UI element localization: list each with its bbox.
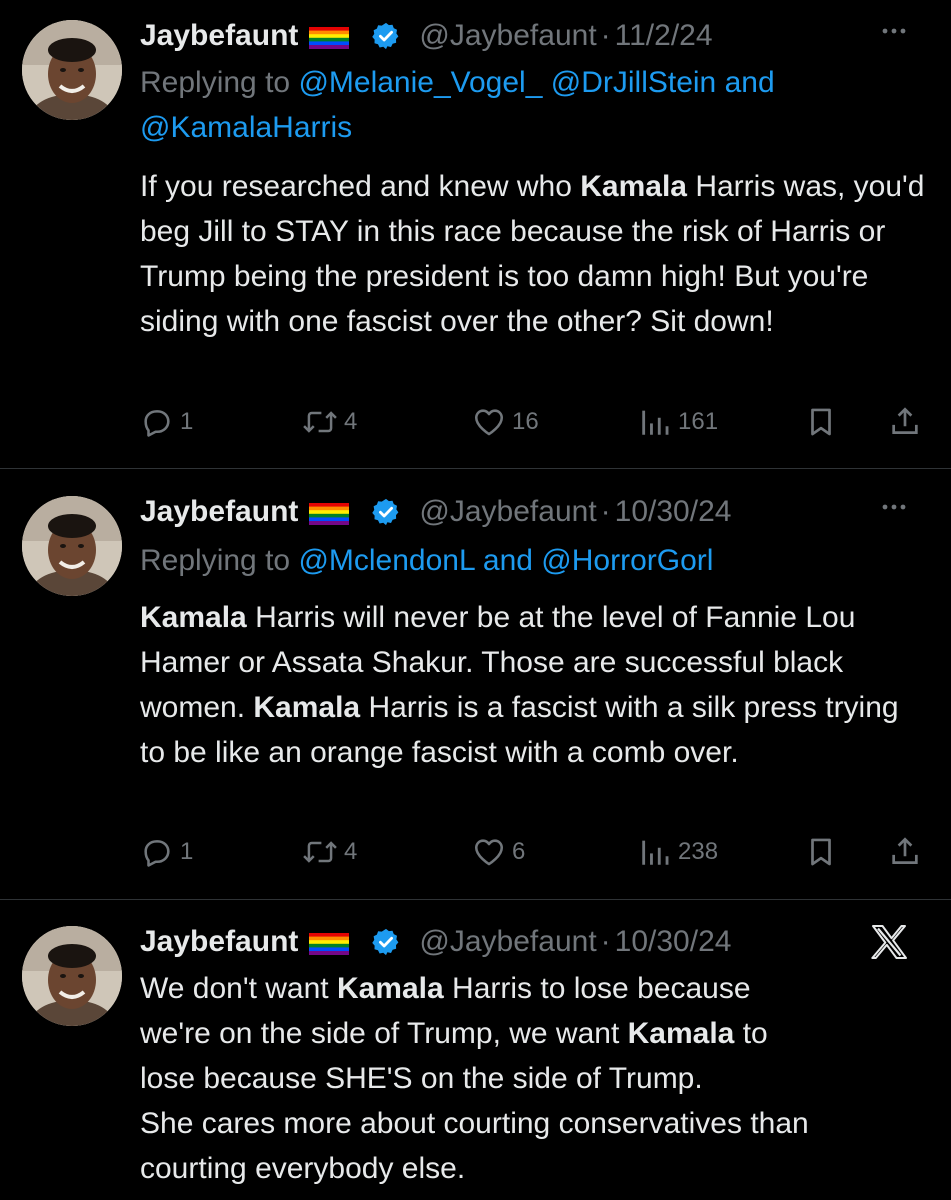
tweet-text-line: We don't want Kamala Harris to lose beca…	[140, 966, 927, 1011]
tweet-text-part: lose because SHE'S on the side of Trump.	[140, 1062, 703, 1095]
share-button[interactable]	[888, 832, 922, 872]
view-count: 161	[678, 408, 719, 435]
verified-badge-icon	[371, 21, 401, 51]
replying-to-label: Replying to	[140, 66, 291, 99]
bookmark-button[interactable]	[804, 402, 838, 442]
tweet-text: If you researched and knew who Kamala Ha…	[140, 164, 927, 344]
replying-to: Replying to @MclendonL and @HorrorGorl	[140, 538, 891, 583]
tweet-text: We don't want Kamala Harris to lose beca…	[140, 966, 927, 1191]
user-handle[interactable]: @Jaybefaunt	[419, 492, 596, 532]
reply-count: 1	[180, 838, 194, 865]
tweet-header: Jaybefaunt @Jaybefaunt · 10/30/24	[140, 922, 931, 962]
tweet-2[interactable]: Jaybefaunt @Jaybefaunt · 10/30/24 Replyi…	[0, 469, 951, 899]
avatar-image	[22, 496, 122, 596]
more-dots-icon[interactable]	[879, 16, 909, 46]
repost-count: 4	[344, 408, 358, 435]
tweet-text-part: courting everybody else.	[140, 1152, 466, 1185]
avatar[interactable]	[22, 20, 122, 120]
tweet-text-line: courting everybody else.	[140, 1146, 927, 1191]
more-dots-icon[interactable]	[879, 492, 909, 522]
repost-button[interactable]: 4	[302, 832, 357, 872]
views-button[interactable]: 238	[638, 832, 718, 872]
tweet-date[interactable]: 10/30/24	[615, 492, 732, 532]
tweet-text-bold: Kamala	[627, 1017, 735, 1050]
separator-dot: ·	[600, 925, 611, 958]
tweet-text-line: we're on the side of Trump, we want Kama…	[140, 1011, 927, 1056]
bookmark-button[interactable]	[804, 832, 838, 872]
tweet-text-bold: Kamala	[140, 601, 247, 634]
tweet-date[interactable]: 11/2/24	[615, 16, 713, 56]
share-upload-icon	[892, 407, 918, 434]
tweet-text-part: Harris to lose because	[443, 972, 751, 1005]
tweet-text-part: to	[734, 1017, 768, 1050]
heart-icon	[474, 409, 504, 436]
repost-arrows-icon	[303, 411, 337, 433]
tweet-3[interactable]: Jaybefaunt @Jaybefaunt · 10/30/24 We don…	[0, 900, 951, 1200]
tweet-header: Jaybefaunt @Jaybefaunt · 11/2/24	[140, 16, 931, 56]
tweet-date[interactable]: 10/30/24	[615, 922, 732, 962]
mention-link[interactable]: @MclendonL	[298, 544, 474, 577]
separator-dot: ·	[600, 495, 611, 528]
repost-arrows-icon	[303, 841, 337, 863]
tweet-text-part: If you researched and knew who	[140, 170, 581, 203]
like-count: 16	[512, 408, 539, 435]
verified-badge-icon	[371, 497, 401, 527]
reply-bubble-icon	[144, 840, 170, 867]
avatar-image	[22, 20, 122, 120]
avatar-image	[22, 926, 122, 1026]
mention-link[interactable]: @KamalaHarris	[140, 111, 352, 144]
like-button[interactable]: 16	[472, 402, 539, 442]
bookmark-icon	[811, 838, 831, 866]
tweet-text-line: lose because SHE'S on the side of Trump.	[140, 1056, 927, 1101]
tweet-text-part: She cares more about courting conservati…	[140, 1107, 809, 1140]
avatar[interactable]	[22, 496, 122, 596]
user-handle[interactable]: @Jaybefaunt	[419, 922, 596, 962]
like-button[interactable]: 6	[472, 832, 525, 872]
bookmark-icon	[811, 408, 831, 436]
avatar[interactable]	[22, 926, 122, 1026]
tweet-text-bold: Kamala	[336, 972, 444, 1005]
verified-badge-icon	[371, 927, 401, 957]
bar-chart-icon	[642, 410, 669, 435]
mention-link[interactable]: @DrJillStein	[551, 66, 716, 99]
mention-and: and	[724, 66, 775, 99]
like-count: 6	[512, 838, 526, 865]
rainbow-flag-icon	[308, 27, 349, 49]
tweet-text-part: We don't want	[140, 972, 337, 1005]
reply-button[interactable]: 1	[140, 402, 193, 442]
tweet-1[interactable]: Jaybefaunt @Jaybefaunt · 11/2/24 Replyin…	[0, 0, 951, 468]
repost-count: 4	[344, 838, 358, 865]
bar-chart-icon	[642, 840, 669, 865]
repost-button[interactable]: 4	[302, 402, 357, 442]
display-name[interactable]: Jaybefaunt	[140, 922, 298, 962]
user-handle[interactable]: @Jaybefaunt	[419, 16, 596, 56]
mention-link[interactable]: @HorrorGorl	[541, 544, 713, 577]
rainbow-flag-icon	[308, 933, 349, 955]
share-button[interactable]	[888, 402, 922, 442]
display-name[interactable]: Jaybefaunt	[140, 16, 298, 56]
reply-button[interactable]: 1	[140, 832, 193, 872]
display-name[interactable]: Jaybefaunt	[140, 492, 298, 532]
separator-dot: ·	[600, 19, 611, 52]
mention-link[interactable]: @Melanie_Vogel_	[298, 66, 542, 99]
reply-bubble-icon	[144, 410, 170, 437]
views-button[interactable]: 161	[638, 402, 718, 442]
tweet-actions: 1 4 6 238	[140, 832, 931, 872]
tweet-actions: 1 4 16 161	[140, 402, 931, 442]
replying-to-label: Replying to	[140, 544, 291, 577]
reply-count: 1	[180, 408, 194, 435]
tweet-header: Jaybefaunt @Jaybefaunt · 10/30/24	[140, 492, 931, 532]
view-count: 238	[678, 838, 719, 865]
tweet-text-part: we're on the side of Trump, we want	[140, 1017, 628, 1050]
tweet-text-bold: Kamala	[253, 691, 361, 724]
share-upload-icon	[892, 837, 918, 864]
replying-to: Replying to @Melanie_Vogel_ @DrJillStein…	[140, 60, 891, 150]
heart-icon	[474, 839, 504, 866]
tweet-text-bold: Kamala	[580, 170, 687, 203]
rainbow-flag-icon	[308, 503, 349, 525]
x-logo-icon	[869, 922, 909, 962]
tweet-text-line: She cares more about courting conservati…	[140, 1101, 927, 1146]
mention-and: and	[482, 544, 533, 577]
tweet-text: Kamala Harris will never be at the level…	[140, 595, 927, 775]
